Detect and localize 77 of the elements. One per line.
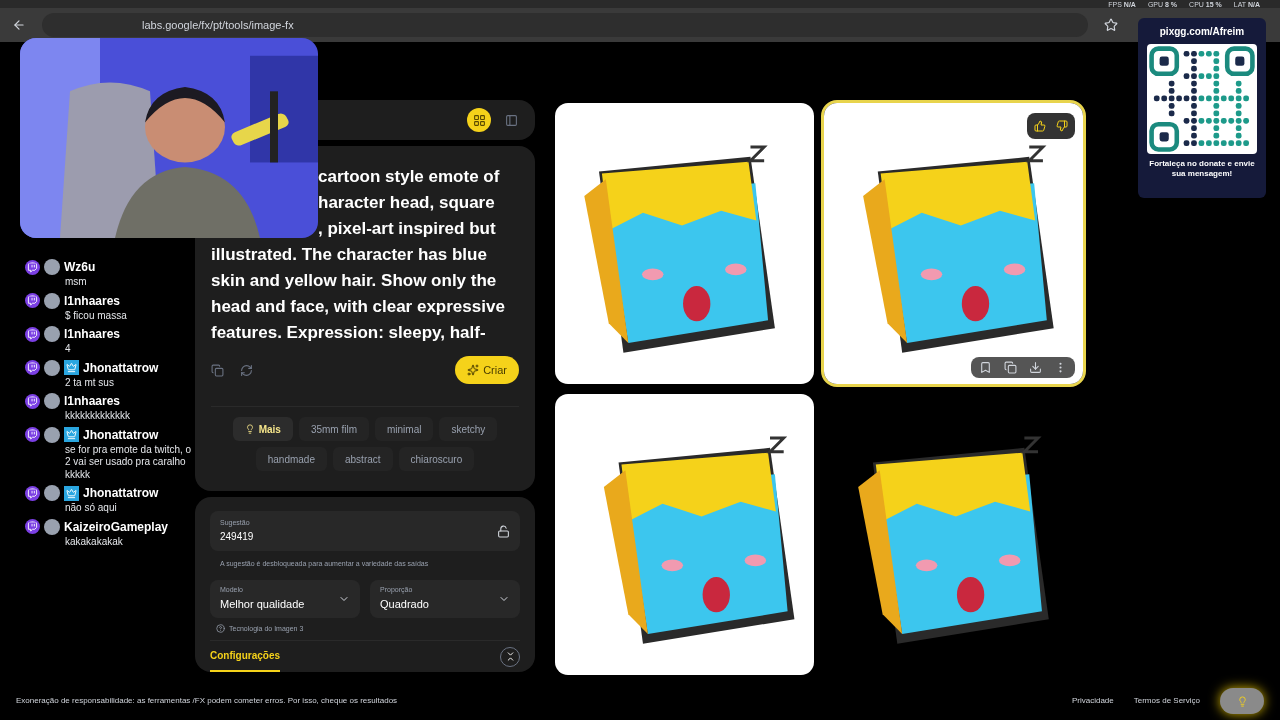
prompt-text: , pixel-art inspired but — [317, 218, 497, 240]
chat-message: 4 — [64, 343, 72, 356]
platform-icon — [25, 326, 40, 342]
grid-icon — [472, 113, 486, 127]
address-bar[interactable]: labs.google/fx/pt/tools/image-fx — [42, 13, 1088, 37]
url-text: labs.google/fx/pt/tools/image-fx — [142, 17, 294, 33]
chat-username: KaizeiroGameplay — [64, 518, 169, 536]
panel-icon — [504, 113, 518, 127]
prompt-text: features. Expression: sleepy, half- — [211, 322, 487, 344]
help-icon — [216, 624, 225, 634]
crown-icon — [64, 360, 79, 375]
lightbulb-icon — [1236, 695, 1248, 707]
sparkle-icon — [467, 364, 480, 376]
chat-message: se for pra emote da twitch, o 2 vai ser usado pra caralho kkkkk — [64, 443, 193, 481]
donation-message: Fortaleça no donate e envie sua mensagem! — [1148, 159, 1256, 179]
chat-message: kkkkkkkkkkkkk — [64, 410, 131, 423]
view-toggle[interactable] — [467, 108, 491, 132]
chat-username: l1nhaares — [64, 292, 121, 310]
bookmark-icon[interactable] — [979, 361, 992, 374]
platform-icon — [25, 519, 40, 534]
disclaimer: Exoneração de responsabilidade: as ferramentas /FX podem cometer erros. Por isso, cheque os resultados — [16, 695, 398, 707]
prompt-text: illustrated. The character has blue — [211, 244, 488, 266]
chat-message: $ ficou massa — [64, 309, 128, 322]
chat-message: 2 ta mt sus — [64, 376, 115, 389]
unlock-icon[interactable] — [497, 524, 510, 538]
style-chip[interactable]: sketchy — [439, 417, 498, 441]
platform-icon — [25, 427, 40, 442]
footer-link[interactable]: Privacidade — [1071, 695, 1114, 707]
chat-message: kakakakakak — [64, 535, 124, 548]
avatar — [44, 259, 60, 275]
field-value: Melhor qualidade — [220, 596, 305, 612]
platform-icon — [25, 293, 40, 308]
chat-message: msm — [64, 276, 88, 289]
footer-link[interactable]: Termos de Serviço — [1133, 695, 1200, 707]
back-icon[interactable] — [12, 18, 26, 32]
avatar — [44, 393, 60, 409]
platform-icon — [25, 259, 40, 275]
download-icon[interactable] — [1029, 361, 1042, 374]
donation-url: pixgg.com/Afreim — [1159, 25, 1245, 39]
crown-icon — [64, 427, 79, 442]
bookmark-star-icon[interactable] — [1104, 18, 1118, 32]
avatar — [44, 326, 60, 342]
style-chip[interactable]: handmade — [255, 447, 327, 471]
chat-message: não só aqui — [64, 502, 118, 515]
prompt-text: haracter head, square — [317, 192, 496, 214]
chat-username: Jhonattatrow — [83, 485, 159, 502]
chat-username: l1nhaares — [64, 393, 121, 410]
avatar — [44, 359, 60, 376]
copy-icon[interactable] — [1004, 361, 1017, 374]
style-chip[interactable]: abstract — [333, 447, 393, 471]
platform-icon — [25, 485, 40, 501]
prompt-text: skin and yellow hair. Show only the — [211, 270, 498, 292]
platform-icon — [25, 360, 40, 375]
platform-icon — [25, 393, 40, 409]
prompt-text: head and face, with clear expressive — [211, 296, 506, 318]
settings-tab[interactable]: Configurações — [210, 641, 280, 672]
chat-username: Jhonattatrow — [83, 426, 159, 444]
lightbulb-icon — [244, 424, 255, 434]
refresh-icon[interactable] — [240, 363, 253, 377]
chat-username: l1nhaares — [64, 326, 121, 343]
style-chip[interactable]: chiaroscuro — [398, 447, 475, 471]
prompt-text: cartoon style emote of — [317, 166, 501, 188]
create-button[interactable]: Criar — [455, 356, 519, 384]
avatar — [44, 426, 60, 443]
style-chip[interactable]: Mais — [232, 417, 293, 441]
copy-icon[interactable] — [211, 363, 224, 377]
avatar — [44, 292, 60, 309]
crown-icon — [64, 485, 79, 501]
chat-username: Wz6u — [64, 259, 96, 276]
style-chip[interactable]: 35mm film — [298, 417, 369, 441]
field-value: 249419 — [220, 529, 254, 544]
style-chip[interactable]: minimal — [375, 417, 434, 441]
avatar — [44, 485, 60, 501]
field-value: Quadrado — [380, 596, 429, 612]
avatar — [44, 518, 60, 535]
feedback-button[interactable] — [1220, 688, 1264, 714]
chat-username: Jhonattatrow — [83, 359, 159, 377]
